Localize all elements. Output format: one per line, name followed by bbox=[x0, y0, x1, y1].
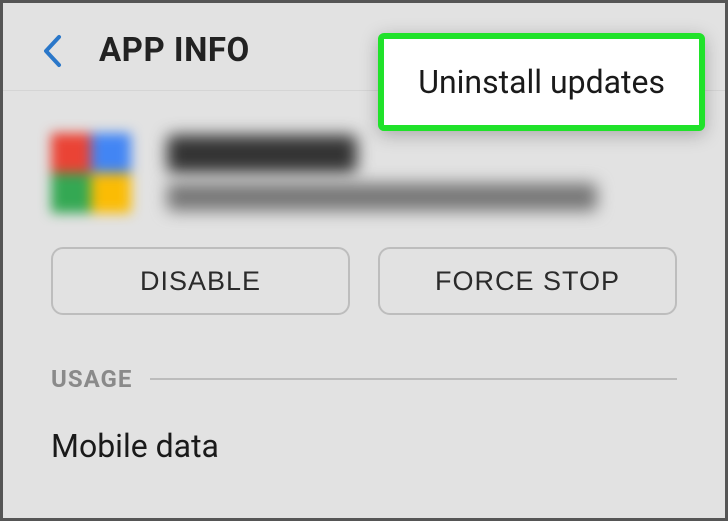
app-version-blurred bbox=[167, 183, 597, 211]
disable-button-label: DISABLE bbox=[140, 266, 261, 297]
app-icon bbox=[51, 133, 131, 213]
disable-button[interactable]: DISABLE bbox=[51, 247, 350, 315]
page-title: APP INFO bbox=[99, 31, 250, 70]
uninstall-updates-label: Uninstall updates bbox=[418, 63, 665, 101]
section-divider bbox=[150, 378, 677, 380]
usage-section-title: USAGE bbox=[51, 365, 132, 393]
app-name-blurred bbox=[167, 135, 357, 173]
usage-section: USAGE Mobile data bbox=[3, 315, 725, 465]
force-stop-button-label: FORCE STOP bbox=[435, 266, 620, 297]
uninstall-updates-menu-item[interactable]: Uninstall updates bbox=[378, 33, 705, 131]
usage-section-header: USAGE bbox=[51, 365, 677, 393]
action-row: DISABLE FORCE STOP bbox=[3, 247, 725, 315]
app-info-screen: APP INFO Uninstall updates DISABLE FORCE… bbox=[0, 0, 728, 521]
mobile-data-item[interactable]: Mobile data bbox=[51, 427, 219, 465]
back-icon[interactable] bbox=[37, 36, 67, 66]
app-text-col bbox=[167, 135, 597, 211]
force-stop-button[interactable]: FORCE STOP bbox=[378, 247, 677, 315]
